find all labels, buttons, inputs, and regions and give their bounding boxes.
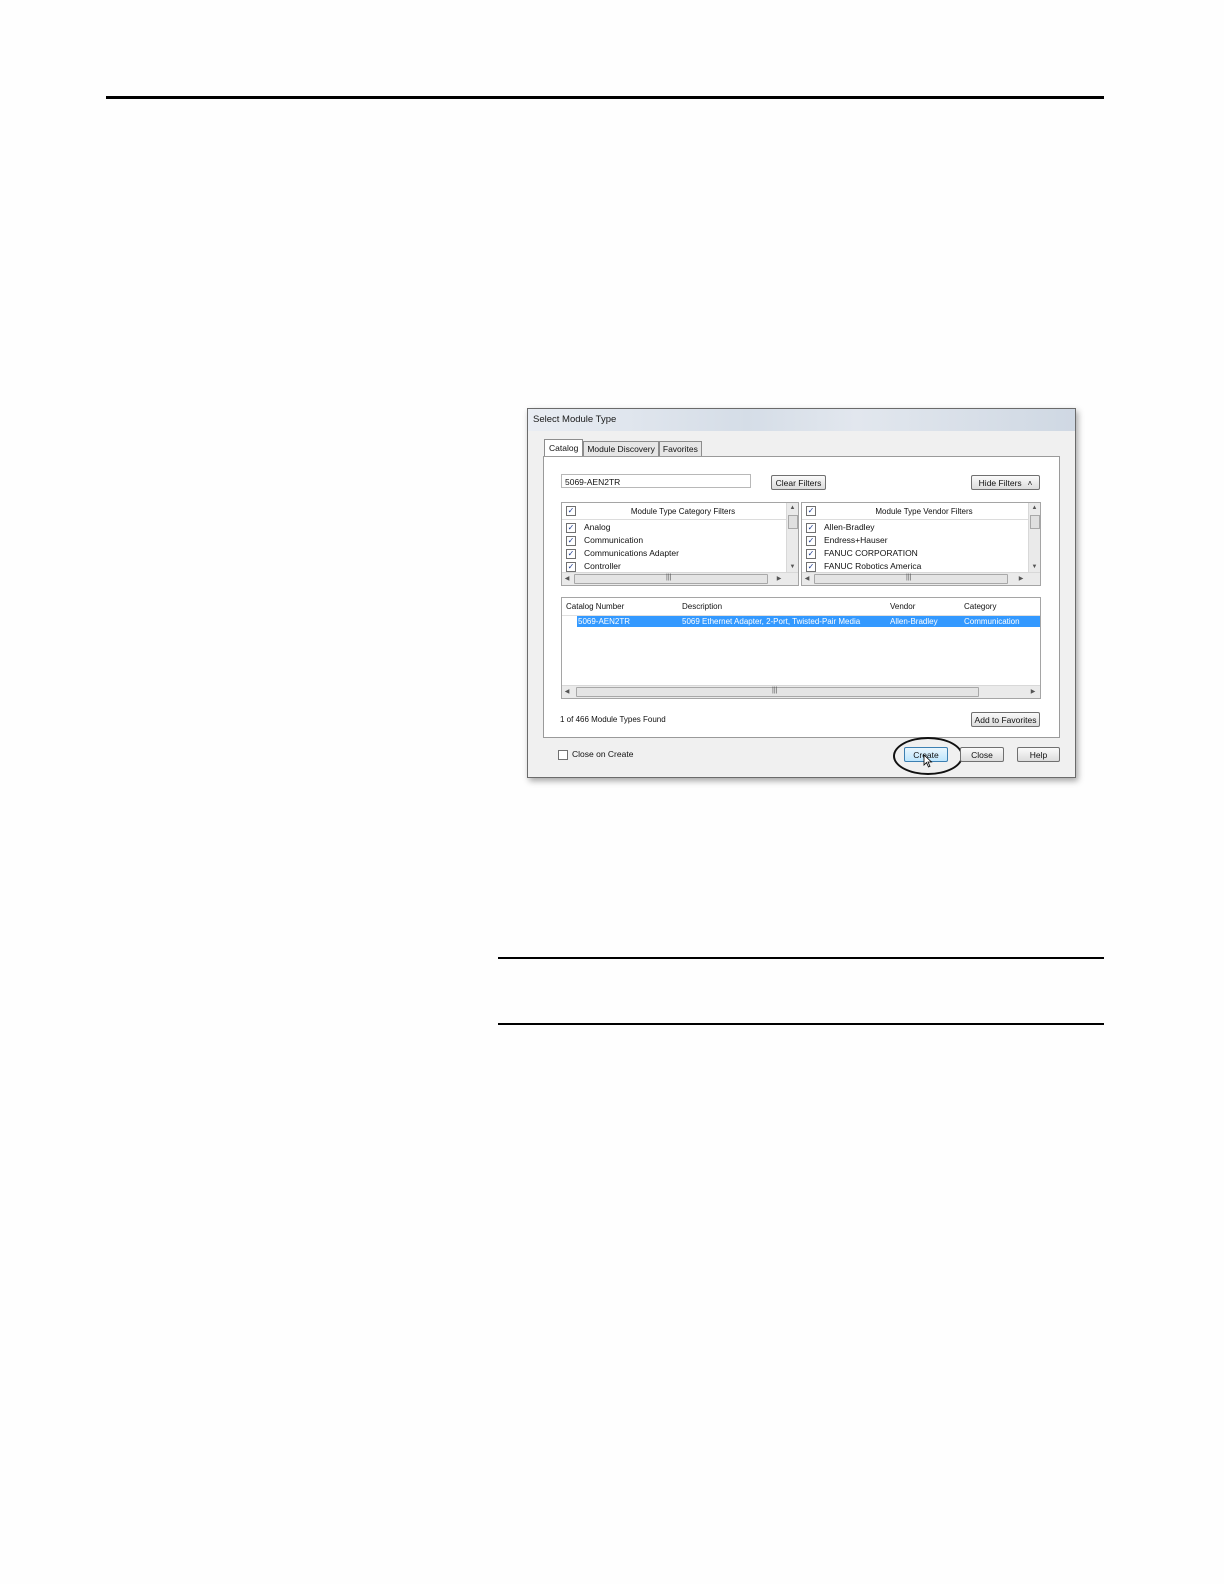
mouse-pointer-icon: [923, 754, 933, 768]
category-filter-item[interactable]: ✓ Controller: [562, 560, 786, 572]
chevron-up-double-icon: ˄: [1027, 479, 1033, 488]
filter-label: Allen-Bradley: [824, 522, 875, 532]
category-filter-item[interactable]: ✓ Communications Adapter: [562, 547, 786, 559]
vendor-filter-item[interactable]: ✓ FANUC Robotics America: [802, 560, 1028, 572]
scroll-grip-icon: |||: [772, 687, 778, 694]
column-header-catalog-number[interactable]: Catalog Number: [566, 602, 624, 611]
vendor-filter-item[interactable]: ✓ Allen-Bradley: [802, 521, 1028, 533]
add-to-favorites-button[interactable]: Add to Favorites: [971, 712, 1040, 727]
column-header-vendor[interactable]: Vendor: [890, 602, 915, 611]
vendor-vertical-scrollbar[interactable]: ▲ ▼: [1028, 503, 1040, 572]
hide-filters-button[interactable]: Hide Filters ˄: [971, 475, 1040, 490]
table-row[interactable]: 5069-AEN2TR 5069 Ethernet Adapter, 2-Por…: [577, 616, 1040, 627]
cell-vendor: Allen-Bradley: [890, 617, 938, 626]
tab-strip: Catalog Module Discovery Favorites: [544, 439, 702, 456]
close-on-create-label: Close on Create: [572, 749, 634, 759]
close-on-create-checkbox[interactable]: [558, 750, 568, 760]
checkbox[interactable]: ✓: [806, 536, 816, 546]
scroll-up-icon[interactable]: ▲: [1029, 503, 1040, 513]
vendor-filter-item[interactable]: ✓ Endress+Hauser: [802, 534, 1028, 546]
vendor-filters-list: ✓ Module Type Vendor Filters ✓ Allen-Bra…: [801, 502, 1041, 586]
close-button[interactable]: Close: [960, 747, 1004, 762]
scroll-grip-icon: |||: [906, 574, 912, 581]
scroll-grip-icon: |||: [666, 574, 672, 581]
category-filters-header: ✓ Module Type Category Filters: [562, 503, 786, 520]
category-select-all-checkbox[interactable]: ✓: [566, 506, 576, 516]
scroll-right-icon[interactable]: ▶: [1028, 686, 1038, 698]
checkbox[interactable]: ✓: [566, 523, 576, 533]
filter-label: Communication: [584, 535, 644, 545]
scroll-thumb[interactable]: [1030, 515, 1040, 529]
select-module-type-dialog: Select Module Type Catalog Module Discov…: [527, 408, 1076, 778]
dialog-titlebar[interactable]: Select Module Type: [528, 409, 1075, 431]
category-filters-title: Module Type Category Filters: [630, 507, 736, 516]
section-rule-bottom: [498, 1023, 1104, 1025]
module-results-table: Catalog Number Description Vendor Catego…: [561, 597, 1041, 699]
cell-description: 5069 Ethernet Adapter, 2-Port, Twisted-P…: [682, 617, 861, 626]
checkbox[interactable]: ✓: [566, 562, 576, 572]
scroll-thumb[interactable]: [788, 515, 798, 529]
category-vertical-scrollbar[interactable]: ▲ ▼: [786, 503, 798, 572]
category-filter-item[interactable]: ✓ Analog: [562, 521, 786, 533]
scroll-down-icon[interactable]: ▼: [787, 562, 798, 572]
page-top-rule: [106, 96, 1104, 99]
checkbox[interactable]: ✓: [566, 536, 576, 546]
tab-favorites[interactable]: Favorites: [658, 441, 702, 456]
scroll-right-icon[interactable]: ▶: [1016, 573, 1026, 585]
vendor-horizontal-scrollbar[interactable]: ◀ ||| ▶: [802, 572, 1040, 585]
vendor-filters-header: ✓ Module Type Vendor Filters: [802, 503, 1028, 520]
filter-label: FANUC CORPORATION: [824, 548, 918, 558]
tab-module-discovery[interactable]: Module Discovery: [583, 441, 659, 456]
checkbox[interactable]: ✓: [806, 549, 816, 559]
filter-label: Endress+Hauser: [824, 535, 888, 545]
help-button[interactable]: Help: [1017, 747, 1060, 762]
category-filter-item[interactable]: ✓ Communication: [562, 534, 786, 546]
scroll-left-icon[interactable]: ◀: [562, 686, 572, 698]
checkbox[interactable]: ✓: [806, 562, 816, 572]
column-header-description[interactable]: Description: [682, 602, 722, 611]
category-filters-list: ✓ Module Type Category Filters ✓ Analog …: [561, 502, 799, 586]
scroll-left-icon[interactable]: ◀: [562, 573, 572, 585]
results-horizontal-scrollbar[interactable]: ◀ ||| ▶: [562, 685, 1040, 698]
vendor-filter-item[interactable]: ✓ FANUC CORPORATION: [802, 547, 1028, 559]
checkbox[interactable]: ✓: [806, 523, 816, 533]
filter-label: Controller: [584, 561, 621, 571]
hide-filters-label: Hide Filters: [978, 478, 1022, 488]
cell-catalog-number: 5069-AEN2TR: [578, 617, 631, 626]
scroll-up-icon[interactable]: ▲: [787, 503, 798, 513]
search-input[interactable]: 5069-AEN2TR: [561, 474, 751, 488]
results-count-status: 1 of 466 Module Types Found: [560, 715, 666, 724]
table-header: Catalog Number Description Vendor Catego…: [562, 598, 1040, 616]
vendor-filters-title: Module Type Vendor Filters: [875, 507, 973, 516]
clear-filters-button[interactable]: Clear Filters: [771, 475, 826, 490]
scroll-left-icon[interactable]: ◀: [802, 573, 812, 585]
checkbox[interactable]: ✓: [566, 549, 576, 559]
column-header-category[interactable]: Category: [964, 602, 996, 611]
category-horizontal-scrollbar[interactable]: ◀ ||| ▶: [562, 572, 798, 585]
scroll-right-icon[interactable]: ▶: [774, 573, 784, 585]
scroll-thumb[interactable]: [576, 687, 979, 697]
catalog-panel: 5069-AEN2TR Clear Filters Hide Filters ˄ …: [543, 456, 1060, 738]
cell-category: Communication: [964, 617, 1020, 626]
tab-catalog[interactable]: Catalog: [544, 439, 584, 456]
vendor-select-all-checkbox[interactable]: ✓: [806, 506, 816, 516]
filter-label: Communications Adapter: [584, 548, 679, 558]
filter-label: FANUC Robotics America: [824, 561, 922, 571]
dialog-title: Select Module Type: [533, 414, 617, 425]
scroll-down-icon[interactable]: ▼: [1029, 562, 1040, 572]
filter-label: Analog: [584, 522, 611, 532]
section-rule-top: [498, 957, 1104, 959]
